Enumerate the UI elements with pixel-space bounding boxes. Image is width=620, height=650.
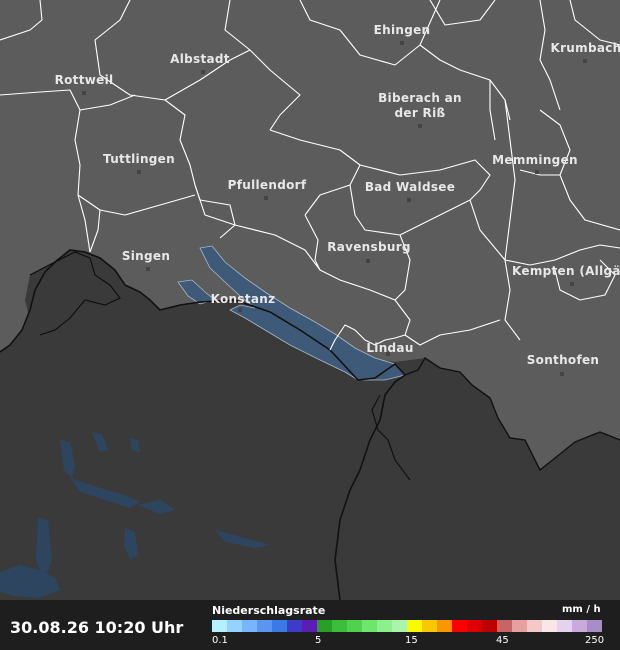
city-label-lindau: Lindau [366, 341, 413, 355]
city-label-kempten: Kempten (Allgäu) [512, 264, 620, 278]
legend-swatch [497, 620, 512, 632]
legend-swatch [242, 620, 257, 632]
city-label-pfullendorf: Pfullendorf [228, 178, 307, 192]
legend-swatch [452, 620, 467, 632]
city-label-singen: Singen [122, 249, 170, 263]
legend-swatch [212, 620, 227, 632]
city-label-biberach-1: Biberach an [378, 91, 462, 105]
legend-swatch [467, 620, 482, 632]
legend-tick-1: 5 [315, 635, 322, 646]
city-label-rottweil: Rottweil [55, 73, 114, 87]
legend-swatch [527, 620, 542, 632]
legend-title: Niederschlagsrate [212, 604, 326, 617]
legend-tick-4: 250 [585, 635, 605, 646]
legend-swatch [377, 620, 392, 632]
timestamp: 30.08.26 10:20 Uhr [10, 618, 184, 637]
city-label-bad-waldsee: Bad Waldsee [365, 180, 455, 194]
legend-swatch [227, 620, 242, 632]
legend-swatch [317, 620, 332, 632]
legend-swatch [557, 620, 572, 632]
legend-swatch [287, 620, 302, 632]
city-label-sonthofen: Sonthofen [527, 353, 600, 367]
legend-swatch [407, 620, 422, 632]
legend-swatch [347, 620, 362, 632]
city-label-memmingen: Memmingen [492, 153, 578, 167]
legend-tick-0: 0.1 [212, 635, 228, 646]
legend-tick-2: 15 [405, 635, 418, 646]
legend-unit: mm / h [562, 604, 601, 615]
legend-tick-3: 45 [496, 635, 509, 646]
city-label-ehingen: Ehingen [374, 23, 431, 37]
footer-bar: 30.08.26 10:20 Uhr Niederschlagsrate mm … [0, 600, 620, 650]
legend-swatch [572, 620, 587, 632]
legend-swatch [332, 620, 347, 632]
city-label-krumbach: Krumbach [550, 41, 620, 55]
legend-swatch [302, 620, 317, 632]
legend-swatch [257, 620, 272, 632]
legend-swatch [512, 620, 527, 632]
legend-swatch [437, 620, 452, 632]
legend-swatch [422, 620, 437, 632]
legend-swatch [587, 620, 602, 632]
legend-swatch [272, 620, 287, 632]
city-label-tuttlingen: Tuttlingen [103, 152, 175, 166]
legend-swatch [482, 620, 497, 632]
city-label-biberach-2: der Riß [395, 106, 446, 120]
legend-swatch [542, 620, 557, 632]
precipitation-map: Ehingen Krumbach Albstadt Rottweil Biber… [0, 0, 620, 650]
city-label-konstanz: Konstanz [211, 292, 276, 306]
city-label-albstadt: Albstadt [170, 52, 230, 66]
legend-swatch [392, 620, 407, 632]
legend-swatch [362, 620, 377, 632]
legend-color-scale [212, 620, 602, 632]
city-label-ravensburg: Ravensburg [327, 240, 411, 254]
